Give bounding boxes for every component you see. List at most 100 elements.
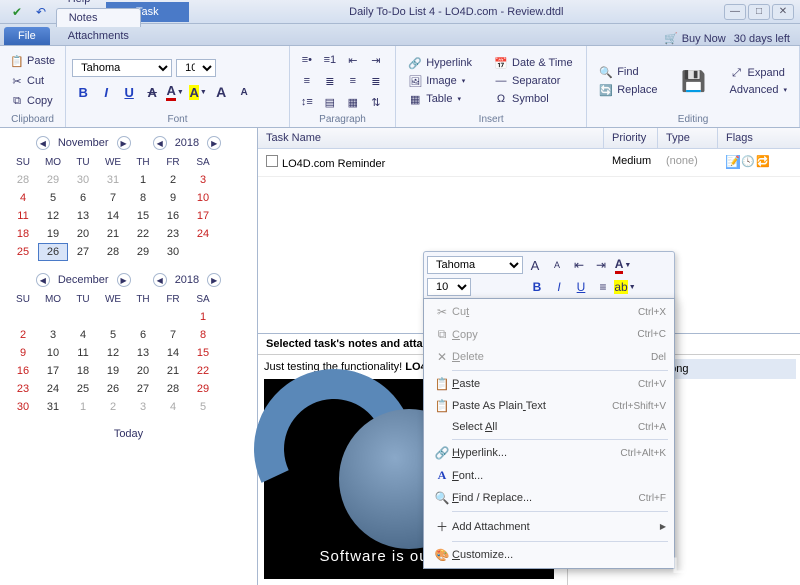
calendar-day[interactable]: 23 bbox=[8, 380, 38, 398]
mini-font-color-button[interactable]: A▼ bbox=[613, 255, 633, 275]
calendar-day[interactable]: 30 bbox=[68, 171, 98, 189]
app-icon[interactable]: ✔ bbox=[8, 3, 26, 21]
mini-font-select[interactable]: Tahoma bbox=[427, 256, 523, 274]
menu-item-customize[interactable]: 🎨Customize... bbox=[426, 544, 672, 566]
increase-indent-button[interactable]: ⇥ bbox=[365, 50, 387, 70]
expand-button[interactable]: ⤢Expand bbox=[724, 65, 793, 81]
advanced-button[interactable]: Advanced▾ bbox=[724, 83, 793, 97]
font-size-select[interactable]: 10 bbox=[176, 59, 216, 77]
hyperlink-button[interactable]: 🔗Hyperlink bbox=[402, 55, 478, 71]
calendar-day[interactable]: 3 bbox=[188, 171, 218, 189]
note-flag-icon[interactable]: 📝 bbox=[726, 155, 740, 169]
mini-size-select[interactable]: 10 bbox=[427, 278, 471, 296]
col-header-name[interactable]: Task Name bbox=[258, 128, 604, 148]
next-year-button[interactable]: ▶ bbox=[207, 273, 221, 287]
calendar-day[interactable]: 14 bbox=[98, 207, 128, 225]
calendar-day[interactable]: 5 bbox=[38, 189, 68, 207]
table-button[interactable]: ▦Table▾ bbox=[402, 91, 478, 107]
calendar-day[interactable]: 17 bbox=[188, 207, 218, 225]
calendar-day[interactable]: 8 bbox=[188, 326, 218, 344]
calendar-day[interactable]: 30 bbox=[8, 398, 38, 416]
menu-item-paste[interactable]: 📋PasteCtrl+V bbox=[426, 373, 672, 395]
calendar-day[interactable]: 1 bbox=[128, 171, 158, 189]
next-year-button[interactable]: ▶ bbox=[207, 136, 221, 150]
mini-shrink-font-button[interactable]: A bbox=[547, 255, 567, 275]
shading-button[interactable]: ▤ bbox=[319, 92, 341, 112]
minimize-button[interactable]: — bbox=[724, 4, 746, 20]
calendar-day[interactable]: 27 bbox=[128, 380, 158, 398]
calendar-day[interactable]: 5 bbox=[98, 326, 128, 344]
calendar-day[interactable]: 22 bbox=[188, 362, 218, 380]
calendar-day[interactable]: 20 bbox=[68, 225, 98, 243]
col-header-flags[interactable]: Flags bbox=[718, 128, 800, 148]
calendar-day[interactable]: 6 bbox=[68, 189, 98, 207]
col-header-type[interactable]: Type bbox=[658, 128, 718, 148]
mini-increase-indent-button[interactable]: ⇥ bbox=[591, 255, 611, 275]
calendar-day[interactable]: 1 bbox=[68, 398, 98, 416]
calendar-day[interactable]: 13 bbox=[68, 207, 98, 225]
numbering-button[interactable]: ≡1 bbox=[319, 50, 341, 70]
calendar-day[interactable]: 1 bbox=[188, 308, 218, 326]
tab-attachments[interactable]: Attachments bbox=[56, 27, 141, 45]
close-button[interactable]: ✕ bbox=[772, 4, 794, 20]
bullets-button[interactable]: ≡• bbox=[296, 50, 318, 70]
align-right-button[interactable]: ≡ bbox=[342, 71, 364, 91]
calendar-day[interactable]: 29 bbox=[38, 171, 68, 189]
file-tab[interactable]: File bbox=[4, 27, 50, 45]
calendar-day[interactable]: 18 bbox=[68, 362, 98, 380]
calendar-day[interactable]: 27 bbox=[68, 243, 98, 261]
calendar-day[interactable]: 22 bbox=[128, 225, 158, 243]
calendar-day[interactable]: 26 bbox=[38, 243, 68, 261]
calendar-day[interactable]: 28 bbox=[8, 171, 38, 189]
calendar-day[interactable]: 12 bbox=[98, 344, 128, 362]
mini-italic-button[interactable]: I bbox=[549, 277, 569, 297]
calendar-day[interactable]: 2 bbox=[98, 398, 128, 416]
save-button[interactable]: 💾 bbox=[672, 64, 716, 98]
calendar-day[interactable]: 23 bbox=[158, 225, 188, 243]
calendar-day[interactable]: 6 bbox=[128, 326, 158, 344]
calendar-day[interactable]: 31 bbox=[38, 398, 68, 416]
today-link[interactable]: Today bbox=[8, 428, 249, 440]
menu-item-select-all[interactable]: Select AllCtrl+A bbox=[426, 417, 672, 437]
maximize-button[interactable]: □ bbox=[748, 4, 770, 20]
calendar-day[interactable]: 9 bbox=[8, 344, 38, 362]
tab-help[interactable]: Help bbox=[56, 0, 141, 8]
image-button[interactable]: 🖼Image▾ bbox=[402, 73, 478, 89]
mini-align-button[interactable]: ≡ bbox=[593, 277, 613, 297]
justify-button[interactable]: ≣ bbox=[365, 71, 387, 91]
calendar-day[interactable]: 15 bbox=[188, 344, 218, 362]
calendar-day[interactable]: 7 bbox=[158, 326, 188, 344]
buy-now-link[interactable]: 🛒 Buy Now bbox=[664, 32, 726, 45]
calendar-day[interactable]: 20 bbox=[128, 362, 158, 380]
borders-button[interactable]: ▦ bbox=[342, 92, 364, 112]
task-row[interactable]: LO4D.com Reminder Medium (none) 📝 🕓 🔁 bbox=[258, 149, 800, 177]
calendar-day[interactable]: 26 bbox=[98, 380, 128, 398]
menu-item-find-replace[interactable]: 🔍Find / Replace...Ctrl+F bbox=[426, 487, 672, 509]
next-month-button[interactable]: ▶ bbox=[117, 273, 131, 287]
undo-button[interactable]: ↶ bbox=[32, 3, 50, 21]
calendar-day[interactable]: 24 bbox=[188, 225, 218, 243]
menu-item-hyperlink[interactable]: 🔗Hyperlink...Ctrl+Alt+K bbox=[426, 442, 672, 464]
calendar-day[interactable]: 4 bbox=[158, 398, 188, 416]
calendar-day[interactable]: 2 bbox=[8, 326, 38, 344]
strikethrough-button[interactable]: A bbox=[141, 81, 163, 103]
calendar-day[interactable]: 19 bbox=[98, 362, 128, 380]
mini-grow-font-button[interactable]: A bbox=[525, 255, 545, 275]
underline-button[interactable]: U bbox=[118, 81, 140, 103]
calendar-day[interactable]: 17 bbox=[38, 362, 68, 380]
menu-item-font[interactable]: AFont... bbox=[426, 464, 672, 487]
mini-bold-button[interactable]: B bbox=[527, 277, 547, 297]
calendar-day[interactable]: 11 bbox=[68, 344, 98, 362]
calendar-day[interactable]: 25 bbox=[68, 380, 98, 398]
calendar-day[interactable]: 21 bbox=[98, 225, 128, 243]
calendar-day[interactable]: 29 bbox=[128, 243, 158, 261]
cut-button[interactable]: ✂Cut bbox=[6, 72, 59, 90]
separator-button[interactable]: —Separator bbox=[488, 73, 579, 89]
mini-decrease-indent-button[interactable]: ⇤ bbox=[569, 255, 589, 275]
calendar-day[interactable]: 7 bbox=[98, 189, 128, 207]
datetime-button[interactable]: 📅Date & Time bbox=[488, 55, 579, 71]
align-left-button[interactable]: ≡ bbox=[296, 71, 318, 91]
calendar-day[interactable]: 19 bbox=[38, 225, 68, 243]
calendar-day[interactable]: 24 bbox=[38, 380, 68, 398]
menu-item-paste-as-plain-text[interactable]: 📋Paste As Plain TextCtrl+Shift+V bbox=[426, 395, 672, 417]
